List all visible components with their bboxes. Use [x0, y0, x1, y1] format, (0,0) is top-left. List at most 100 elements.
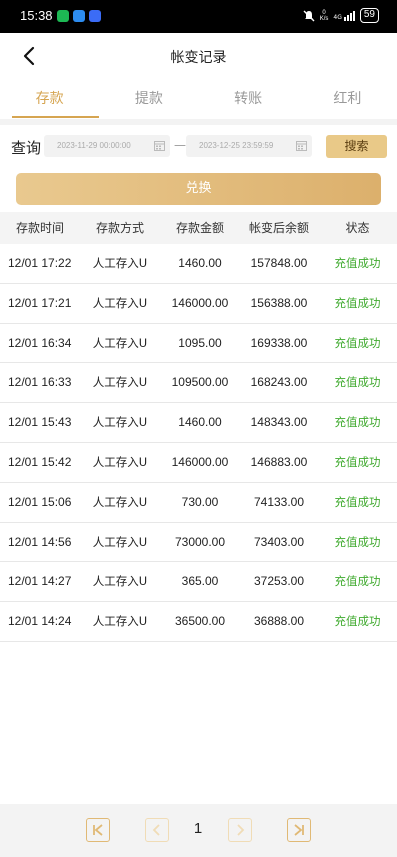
start-date-input[interactable]: 2023-11-29 00:00:00 — [44, 135, 170, 157]
tab-transfer[interactable]: 转账 — [199, 79, 298, 119]
cell-balance: 73403.00 — [253, 534, 305, 549]
start-date-value: 2023-11-29 00:00:00 — [57, 141, 131, 150]
cell-method: 人工存入U — [92, 375, 148, 390]
last-page-button[interactable] — [287, 818, 311, 842]
cell-amount: 1095.00 — [178, 335, 222, 350]
cell-status: 充值成功 — [334, 335, 381, 350]
table-row: 12/01 16:34 人工存入U 1095.00 169338.00 充值成功 — [0, 324, 397, 364]
end-date-value: 2023-12-25 23:59:59 — [199, 141, 274, 150]
table-row: 12/01 15:43 人工存入U 1460.00 148343.00 充值成功 — [0, 403, 397, 443]
table-body: 12/01 17:22 人工存入U 1460.00 157848.00 充值成功… — [0, 244, 397, 642]
status-time: 15:38 — [20, 8, 53, 23]
cell-balance: 157848.00 — [250, 256, 308, 270]
cell-status: 充值成功 — [334, 614, 381, 629]
tab-bar: 存款 提款 转账 红利 — [0, 79, 397, 119]
cell-amount: 36500.00 — [174, 614, 226, 629]
column-header-balance: 帐变后余额 — [248, 221, 309, 235]
table-row: 12/01 14:56 人工存入U 73000.00 73403.00 充值成功 — [0, 523, 397, 563]
table-row: 12/01 14:24 人工存入U 36500.00 36888.00 充值成功 — [0, 602, 397, 642]
cell-amount: 109500.00 — [171, 375, 229, 390]
cell-status: 充值成功 — [334, 415, 381, 430]
cell-balance: 156388.00 — [250, 295, 308, 310]
chevron-left-icon — [152, 824, 160, 836]
current-page: 1 — [193, 820, 203, 837]
cell-time: 12/01 14:56 — [8, 534, 72, 549]
table-row: 12/01 15:06 人工存入U 730.00 74133.00 充值成功 — [0, 483, 397, 523]
cell-method: 人工存入U — [92, 335, 148, 350]
cell-status: 充值成功 — [334, 534, 381, 549]
query-row: 查询 2023-11-29 00:00:00 — 2023-12-25 23:5… — [0, 125, 397, 167]
cell-status: 充值成功 — [334, 494, 381, 509]
page-header: 帐变记录 — [0, 33, 397, 79]
cell-status: 充值成功 — [334, 375, 381, 390]
cell-balance: 146883.00 — [250, 454, 308, 469]
cell-amount: 365.00 — [181, 574, 219, 589]
table-row: 12/01 17:21 人工存入U 146000.00 156388.00 充值… — [0, 284, 397, 324]
search-button[interactable]: 搜索 — [326, 135, 387, 158]
last-page-icon — [294, 824, 304, 836]
chevron-right-icon — [237, 824, 245, 836]
column-header-status: 状态 — [345, 221, 370, 235]
cell-time: 12/01 16:34 — [8, 335, 72, 350]
table-row: 12/01 14:27 人工存入U 365.00 37253.00 充值成功 — [0, 562, 397, 603]
table-header: 存款时间 存款方式 存款金额 帐变后余额 状态 — [0, 212, 397, 244]
cell-time: 12/01 14:27 — [8, 574, 72, 589]
cell-balance: 168243.00 — [250, 375, 308, 390]
exchange-button[interactable]: 兑换 — [16, 173, 381, 205]
cell-status: 充值成功 — [334, 256, 381, 270]
date-separator: — — [174, 138, 186, 152]
cell-balance: 148343.00 — [250, 415, 308, 430]
previous-page-button[interactable] — [145, 818, 169, 842]
app-icon — [73, 10, 85, 22]
cell-method: 人工存入U — [92, 415, 148, 430]
cell-balance: 169338.00 — [250, 335, 308, 350]
cell-status: 充值成功 — [334, 454, 381, 469]
pagination: 1 — [0, 804, 397, 857]
cell-balance: 74133.00 — [253, 494, 305, 509]
cell-time: 12/01 17:21 — [8, 295, 72, 310]
cell-method: 人工存入U — [92, 614, 148, 629]
cell-amount: 730.00 — [181, 494, 219, 509]
cell-time: 12/01 15:06 — [8, 494, 72, 509]
cell-method: 人工存入U — [92, 454, 148, 469]
network-speed: 0 K/s — [319, 9, 329, 22]
page-title: 帐变记录 — [170, 50, 227, 66]
column-header-time: 存款时间 — [15, 221, 64, 235]
cell-time: 12/01 17:22 — [8, 256, 72, 270]
cell-amount: 1460.00 — [178, 415, 222, 430]
tab-withdraw[interactable]: 提款 — [99, 79, 198, 119]
next-page-button[interactable] — [228, 818, 252, 842]
query-label: 查询 — [11, 139, 42, 157]
cell-method: 人工存入U — [92, 534, 148, 549]
mute-icon — [303, 10, 315, 21]
app-icon — [89, 10, 101, 22]
column-header-amount: 存款金额 — [175, 221, 224, 235]
first-page-button[interactable] — [86, 818, 110, 842]
cell-time: 12/01 15:42 — [8, 454, 72, 469]
signal-icon: 4G — [333, 10, 355, 21]
cell-amount: 146000.00 — [171, 454, 229, 469]
cell-method: 人工存入U — [92, 295, 148, 310]
cell-time: 12/01 16:33 — [8, 375, 72, 390]
tab-deposit[interactable]: 存款 — [0, 79, 100, 119]
cell-method: 人工存入U — [92, 256, 148, 270]
tab-bonus[interactable]: 红利 — [298, 79, 397, 119]
cell-time: 12/01 14:24 — [8, 614, 72, 629]
status-indicators: 0 K/s 4G 59 — [303, 8, 379, 23]
end-date-input[interactable]: 2023-12-25 23:59:59 — [186, 135, 312, 157]
cell-amount: 1460.00 — [178, 256, 222, 270]
cell-status: 充值成功 — [334, 574, 381, 589]
cell-balance: 37253.00 — [253, 574, 305, 589]
cell-amount: 146000.00 — [171, 295, 229, 310]
cell-method: 人工存入U — [92, 494, 148, 509]
calendar-icon — [296, 141, 307, 151]
calendar-icon — [154, 141, 165, 151]
table-row: 12/01 17:22 人工存入U 1460.00 157848.00 充值成功 — [0, 244, 397, 284]
battery-icon: 59 — [359, 8, 379, 23]
column-header-method: 存款方式 — [95, 221, 144, 235]
wechat-icon — [57, 10, 69, 22]
cell-method: 人工存入U — [92, 574, 148, 589]
cell-time: 12/01 15:43 — [8, 415, 72, 430]
status-bar: 15:38 0 K/s 4G 59 — [0, 0, 397, 33]
table-row: 12/01 16:33 人工存入U 109500.00 168243.00 充值… — [0, 363, 397, 404]
